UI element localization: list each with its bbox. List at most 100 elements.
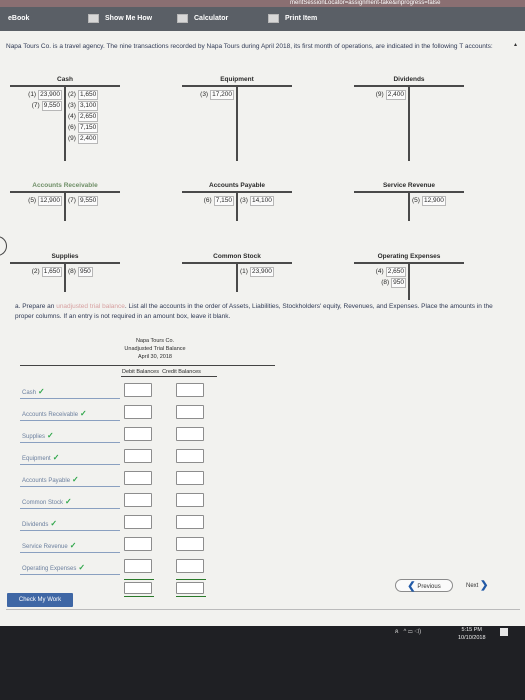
t-account-title: Service Revenue — [382, 182, 436, 189]
ebook-button[interactable]: eBook — [8, 13, 29, 25]
taskbar-clock[interactable]: 5:15 PM 10/10/2018 — [458, 626, 486, 642]
debit-total-input[interactable] — [124, 582, 152, 594]
entry-amount: 7,150 — [213, 196, 234, 206]
assignment-toolbar: eBook Show Me How Calculator Print Item — [0, 7, 525, 31]
problem-content: Napa Tours Co. is a travel agency. The n… — [0, 31, 525, 626]
t-account-common-stock: Common Stock (1) 23,900 — [182, 252, 292, 292]
credit-amount-input[interactable] — [176, 559, 204, 573]
credit-amount-input[interactable] — [176, 471, 204, 485]
credit-amount-input[interactable] — [176, 383, 204, 397]
trial-balance-divider — [20, 365, 275, 366]
trial-balance-row: Dividends ✓ — [20, 513, 230, 535]
t-account-entry: (6) 7,150 — [204, 195, 234, 206]
account-select[interactable]: Service Revenue ✓ — [22, 541, 76, 550]
trial-balance-row: Accounts Receivable ✓ — [20, 403, 230, 425]
account-select[interactable]: Common Stock ✓ — [22, 497, 72, 506]
debit-amount-input[interactable] — [124, 471, 152, 485]
checkmark-icon: ✓ — [38, 387, 45, 396]
entry-amount: 3,100 — [77, 101, 99, 111]
debit-amount-input[interactable] — [124, 405, 152, 419]
account-select[interactable]: Cash ✓ — [22, 387, 45, 396]
t-account-left-entries: (6) 7,150 — [204, 195, 234, 206]
debit-amount-input[interactable] — [124, 427, 152, 441]
checkmark-icon: ✓ — [72, 475, 79, 484]
show-me-how-button[interactable]: Show Me How — [88, 13, 152, 25]
total-line — [176, 579, 206, 580]
t-account-right-entries: (5) 12,900 — [412, 195, 446, 206]
credit-amount-input[interactable] — [176, 537, 204, 551]
account-underline — [20, 486, 120, 487]
entry-amount: 17,200 — [210, 90, 234, 100]
t-account-entry: (2) 1,650 — [68, 89, 99, 100]
scroll-up-icon[interactable]: ▴ — [514, 41, 517, 48]
account-select[interactable]: Accounts Receivable ✓ — [22, 409, 87, 418]
t-account-entry: (2) 1,650 — [32, 266, 62, 277]
print-item-button[interactable]: Print Item — [268, 13, 317, 25]
side-panel-handle[interactable] — [0, 236, 7, 256]
credit-amount-input[interactable] — [176, 493, 204, 507]
t-account-left-entries: (5) 12,900 — [28, 195, 62, 206]
checkmark-icon: ✓ — [47, 431, 54, 440]
t-account-entry: (1) 23,900 — [28, 89, 62, 100]
t-account-title: Operating Expenses — [377, 253, 441, 260]
debit-amount-input[interactable] — [124, 515, 152, 529]
chevron-up-icon[interactable]: ^ — [404, 629, 407, 635]
people-icon[interactable]: ጸ — [395, 629, 399, 635]
credit-amount-input[interactable] — [176, 405, 204, 419]
account-name: Accounts Payable — [22, 478, 71, 484]
volume-icon[interactable]: ◁) — [414, 629, 421, 635]
previous-button[interactable]: ❮ Previous — [395, 579, 453, 592]
network-icon[interactable]: ▭ — [408, 629, 413, 635]
credit-amount-input[interactable] — [176, 427, 204, 441]
t-account-divider — [236, 192, 238, 221]
debit-amount-input[interactable] — [124, 493, 152, 507]
problem-intro: Napa Tours Co. is a travel agency. The n… — [6, 43, 493, 50]
notification-icon[interactable] — [500, 628, 508, 636]
account-select[interactable]: Dividends ✓ — [22, 519, 57, 528]
entry-amount: 2,650 — [77, 112, 99, 122]
url-bar: mentSessionLocator=assignment-take&inpro… — [0, 0, 525, 7]
entry-amount: 2,400 — [385, 90, 406, 100]
debit-amount-input[interactable] — [124, 383, 152, 397]
checkmark-icon: ✓ — [80, 409, 87, 418]
calculator-label: Calculator — [194, 15, 229, 22]
entry-label: (2) — [31, 268, 40, 275]
debit-amount-input[interactable] — [124, 449, 152, 463]
account-select[interactable]: Operating Expenses ✓ — [22, 563, 85, 572]
t-account-entry: (7) 9,550 — [28, 100, 62, 111]
calculator-button[interactable]: Calculator — [177, 13, 228, 25]
t-account-title: Supplies — [51, 253, 79, 260]
t-account-equipment: Equipment (3) 17,200 — [182, 75, 292, 161]
entry-label: (3) — [68, 102, 76, 109]
entry-label: (1) — [28, 91, 37, 98]
next-button[interactable]: Next ❯ — [460, 579, 524, 592]
trial-balance-heading: Napa Tours Co. Unadjusted Trial Balance … — [110, 337, 200, 361]
account-select[interactable]: Equipment ✓ — [22, 453, 59, 462]
trial-balance-row: Common Stock ✓ — [20, 491, 230, 513]
t-account-entry: (7) 9,550 — [68, 195, 99, 206]
unadjusted-trial-balance-link[interactable]: unadjusted trial balance — [56, 303, 125, 310]
t-account-divider — [236, 86, 238, 161]
entry-amount: 2,650 — [385, 267, 406, 277]
credit-total-input[interactable] — [176, 582, 204, 594]
credit-amount-input[interactable] — [176, 515, 204, 529]
checkmark-icon: ✓ — [50, 519, 58, 528]
t-account-accounts-payable: Accounts Payable (6) 7,150 (3) 14,100 — [182, 181, 292, 221]
system-tray: ጸ ^ ▭ ◁) — [395, 629, 421, 636]
t-account-entry: (3) 17,200 — [200, 89, 234, 100]
t-account-title: Accounts Payable — [209, 182, 265, 189]
account-select[interactable]: Supplies ✓ — [22, 431, 54, 440]
part-a-instructions: a. Prepare an unadjusted trial balance. … — [15, 302, 510, 322]
check-my-work-button[interactable]: Check My Work — [7, 593, 73, 607]
debit-amount-input[interactable] — [124, 559, 152, 573]
footer-divider — [6, 609, 520, 610]
debit-balances-header: Debit Balances — [122, 369, 159, 375]
trial-balance-row: Cash ✓ — [20, 381, 230, 403]
account-select[interactable]: Accounts Payable ✓ — [22, 475, 79, 484]
entry-amount: 23,900 — [249, 267, 274, 277]
debit-amount-input[interactable] — [124, 537, 152, 551]
entry-label: (2) — [68, 91, 76, 98]
credit-amount-input[interactable] — [176, 449, 204, 463]
checkmark-icon: ✓ — [65, 497, 72, 506]
trial-balance-row: Supplies ✓ — [20, 425, 230, 447]
